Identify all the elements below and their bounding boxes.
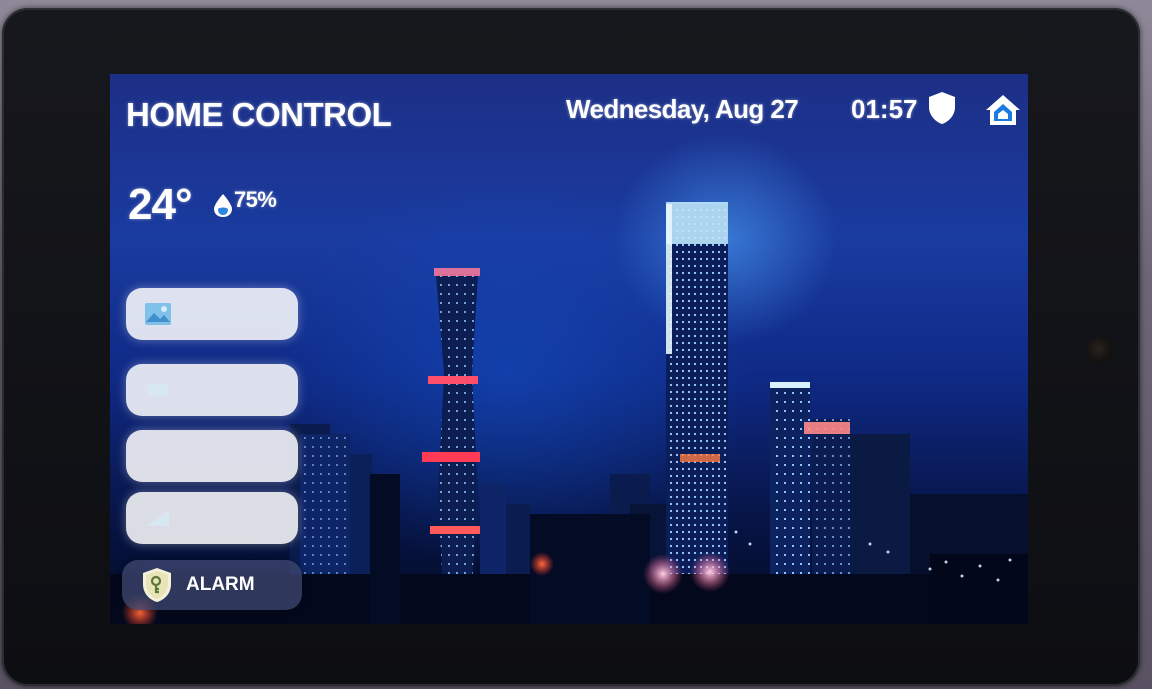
screen: HOME CONTROL Wednesday, Aug 27 01:57 24°… [110, 74, 1028, 624]
menu-button-network[interactable] [126, 492, 298, 544]
humidity-drop-icon [214, 194, 232, 217]
date-display: Wednesday, Aug 27 [566, 94, 799, 124]
menu-button-gallery[interactable] [126, 288, 298, 340]
page-title: HOME CONTROL [126, 96, 392, 133]
scenes-icon [144, 376, 172, 404]
shield-key-icon [143, 568, 171, 602]
clock-display: 01:57 [851, 94, 918, 124]
front-camera [1087, 337, 1113, 363]
home-icon[interactable] [983, 92, 1023, 128]
image-icon [144, 300, 172, 328]
temperature: 24° [128, 180, 193, 229]
alarm-label: ALARM [186, 574, 255, 595]
network-icon [144, 504, 172, 532]
menu-button-blank[interactable] [126, 430, 298, 482]
shield-icon [929, 92, 955, 124]
humidity-value: 75% [234, 187, 277, 212]
menu-button-scenes[interactable] [126, 364, 298, 416]
alarm-button[interactable]: ALARM [122, 560, 302, 610]
